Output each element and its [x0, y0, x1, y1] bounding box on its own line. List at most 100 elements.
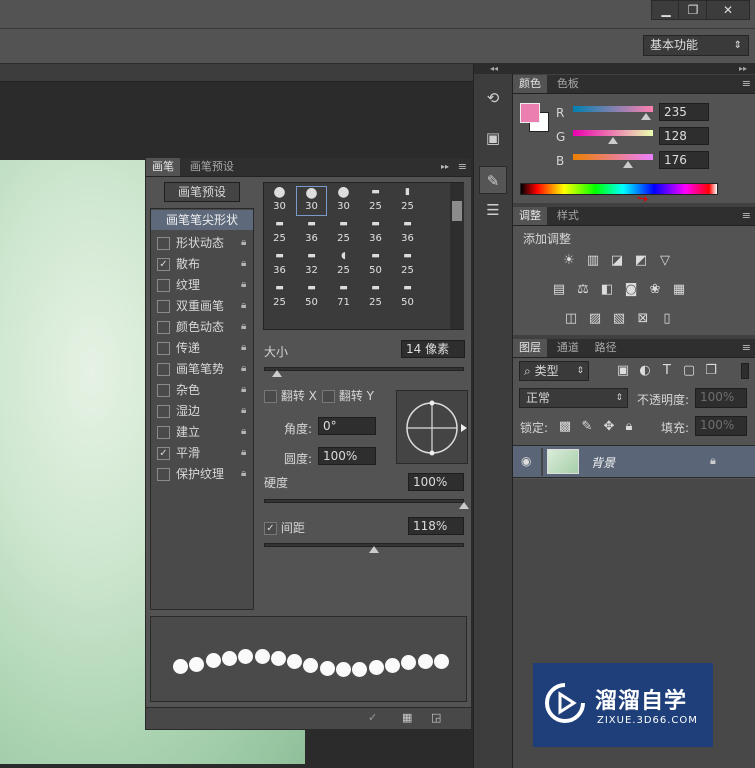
lock-icon[interactable]: 🔒︎: [241, 468, 246, 479]
brush-tip-thumb[interactable]: ▬: [296, 282, 327, 295]
panel-menu-icon[interactable]: ≡: [742, 339, 751, 357]
toggle-bristle-preview-icon[interactable]: ✓: [368, 711, 377, 724]
lock-icon[interactable]: 🔒︎: [241, 300, 246, 311]
brush-presets-icon[interactable]: ☰: [479, 196, 507, 224]
opacity-input[interactable]: 100%: [695, 388, 747, 408]
brush-tip-thumb[interactable]: ▮: [392, 186, 423, 199]
brush-tip-thumb[interactable]: ▬: [392, 250, 423, 263]
channel-mixer-icon[interactable]: ❀: [647, 282, 663, 298]
brush-option-row[interactable]: 传递 🔒︎: [157, 339, 257, 359]
spacing-slider[interactable]: [264, 543, 464, 547]
hardness-slider-thumb[interactable]: [459, 502, 469, 509]
tab-channels[interactable]: 通道: [551, 339, 585, 357]
color-spectrum[interactable]: [520, 183, 718, 195]
brush-option-checkbox[interactable]: [157, 468, 170, 481]
b-slider[interactable]: [573, 154, 653, 160]
layer-name[interactable]: 背景: [591, 454, 615, 471]
layer-filter-select[interactable]: ⌕ 类型 ⇕: [519, 361, 589, 381]
close-button[interactable]: ✕: [706, 0, 750, 20]
curves-icon[interactable]: ◪: [609, 253, 625, 269]
3d-icon[interactable]: ▣: [479, 124, 507, 152]
spacing-checkbox[interactable]: ✓: [264, 522, 277, 535]
brush-option-checkbox[interactable]: [157, 363, 170, 376]
size-slider[interactable]: [264, 367, 464, 371]
fill-input[interactable]: 100%: [695, 416, 747, 436]
tab-styles[interactable]: 样式: [551, 207, 585, 225]
lock-icon[interactable]: 🔒︎: [241, 237, 246, 248]
hue-saturation-icon[interactable]: ▤: [551, 282, 567, 298]
brush-option-row[interactable]: 纹理 🔒︎: [157, 276, 257, 296]
brush-tip-thumb[interactable]: ▬: [392, 218, 423, 231]
lock-all-icon[interactable]: 🔒︎: [621, 419, 637, 435]
brush-option-row[interactable]: 保护纹理 🔒︎: [157, 465, 257, 485]
brush-option-row[interactable]: 双重画笔 🔒︎: [157, 297, 257, 317]
gradient-map-icon[interactable]: ▯: [659, 311, 675, 327]
posterize-icon[interactable]: ▨: [587, 311, 603, 327]
black-white-icon[interactable]: ◧: [599, 282, 615, 298]
blend-mode-select[interactable]: 正常 ⇕: [519, 388, 628, 408]
tab-layers[interactable]: 图层: [513, 339, 547, 357]
spacing-input[interactable]: 118%: [408, 517, 464, 535]
lock-icon[interactable]: 🔒︎: [241, 342, 246, 353]
brush-option-row[interactable]: 颜色动态 🔒︎: [157, 318, 257, 338]
tab-paths[interactable]: 路径: [589, 339, 623, 357]
brush-tip-shape-item[interactable]: 画笔笔尖形状: [151, 210, 253, 230]
brush-tip-thumb[interactable]: ▬: [328, 218, 359, 231]
photo-filter-icon[interactable]: ◙: [623, 282, 639, 298]
filter-pixel-icon[interactable]: ▣: [615, 363, 631, 379]
tab-brush[interactable]: 画笔: [146, 158, 180, 176]
size-input[interactable]: 14 像素: [401, 340, 465, 358]
tab-brush-presets[interactable]: 画笔预设: [184, 158, 240, 176]
lock-pixels-icon[interactable]: ✎: [579, 419, 595, 435]
brush-preset-button[interactable]: 画笔预设: [164, 182, 240, 202]
brush-tip-thumb[interactable]: ◖: [328, 250, 359, 263]
b-slider-thumb[interactable]: [623, 161, 633, 168]
brush-option-row[interactable]: 画笔笔势 🔒︎: [157, 360, 257, 380]
brush-tip-thumb[interactable]: ▬: [264, 250, 295, 263]
brush-option-checkbox[interactable]: ✓: [157, 258, 170, 271]
brush-option-row[interactable]: 建立 🔒︎: [157, 423, 257, 443]
brush-option-checkbox[interactable]: [157, 321, 170, 334]
lock-icon[interactable]: 🔒︎: [241, 321, 246, 332]
brush-panel-icon[interactable]: ✎: [479, 166, 507, 194]
filter-toggle[interactable]: [741, 363, 749, 379]
g-slider-thumb[interactable]: [608, 137, 618, 144]
expand-arrows-icon[interactable]: ▸▸: [513, 64, 755, 74]
brush-tip-thumb[interactable]: ▬: [360, 186, 391, 199]
brush-option-checkbox[interactable]: [157, 426, 170, 439]
brush-option-checkbox[interactable]: [157, 384, 170, 397]
lock-icon[interactable]: 🔒︎: [241, 405, 246, 416]
lock-icon[interactable]: 🔒︎: [241, 384, 246, 395]
invert-icon[interactable]: ◫: [563, 311, 579, 327]
panel-menu-icon[interactable]: ≡: [742, 207, 751, 225]
brush-tip-thumb[interactable]: ▬: [360, 218, 391, 231]
lock-transparent-icon[interactable]: ▩: [557, 419, 573, 435]
brush-tip-thumb[interactable]: ▬: [392, 282, 423, 295]
workspace-select[interactable]: 基本功能 ⇕: [643, 35, 749, 56]
spacing-slider-thumb[interactable]: [369, 546, 379, 553]
brush-option-checkbox[interactable]: [157, 405, 170, 418]
exposure-icon[interactable]: ◩: [633, 253, 649, 269]
g-input[interactable]: 128: [659, 127, 709, 145]
brush-tip-thumb[interactable]: ●: [264, 185, 295, 199]
foreground-color-swatch[interactable]: [520, 103, 540, 123]
brush-tip-thumb[interactable]: ▬: [264, 218, 295, 231]
tab-adjustments[interactable]: 调整: [513, 207, 547, 225]
color-lookup-icon[interactable]: ▦: [671, 282, 687, 298]
angle-roundness-widget[interactable]: [396, 390, 468, 464]
lock-icon[interactable]: 🔒︎: [241, 447, 246, 458]
lock-icon[interactable]: 🔒︎: [241, 279, 246, 290]
roundness-input[interactable]: 100%: [318, 447, 376, 465]
b-input[interactable]: 176: [659, 151, 709, 169]
brightness-icon[interactable]: ☀: [561, 253, 577, 269]
r-slider-thumb[interactable]: [641, 113, 651, 120]
open-preset-manager-icon[interactable]: ▦: [402, 711, 412, 724]
restore-button[interactable]: ❐: [678, 0, 708, 20]
brush-option-checkbox[interactable]: [157, 342, 170, 355]
new-brush-icon[interactable]: ◲: [431, 711, 441, 724]
filter-smart-icon[interactable]: ❐: [703, 363, 719, 379]
lock-position-icon[interactable]: ✥: [601, 419, 617, 435]
brush-tip-thumb[interactable]: ▬: [296, 218, 327, 231]
eye-icon[interactable]: ◉: [521, 454, 531, 468]
flip-y-checkbox[interactable]: [322, 390, 335, 403]
